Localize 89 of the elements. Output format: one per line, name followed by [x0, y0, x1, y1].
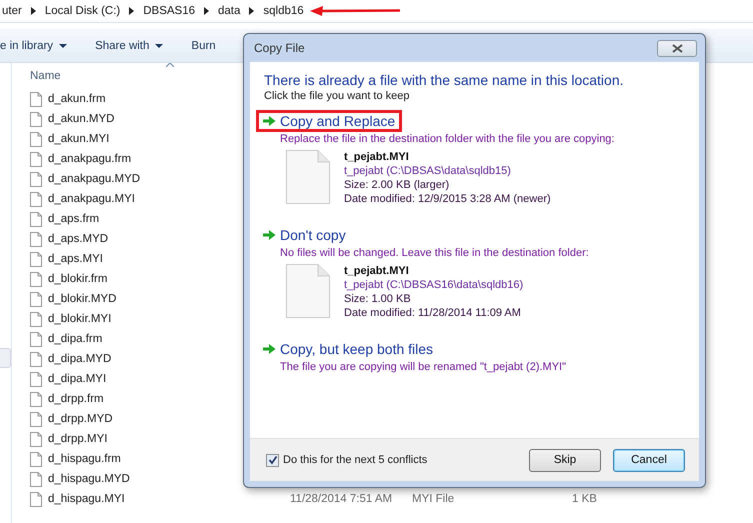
file-icon	[30, 312, 42, 326]
file-icon	[286, 264, 330, 318]
dialog-button[interactable]: Skip	[529, 448, 601, 472]
file-name: t_pejabt.MYI	[344, 264, 410, 278]
file-size: Size: 1.00 KB	[344, 292, 412, 306]
file-icon	[30, 492, 42, 506]
file-icon	[30, 92, 42, 106]
file-icon	[30, 212, 42, 226]
breadcrumb-item[interactable]: uter	[2, 5, 22, 17]
option-link[interactable]: Copy and Replace	[256, 110, 402, 132]
file-name[interactable]: d_hispagu.frm	[48, 453, 121, 465]
chevron-icon	[249, 7, 254, 15]
file-icon	[30, 192, 42, 206]
file-name[interactable]: d_aps.frm	[48, 213, 100, 225]
file-icon	[30, 332, 42, 346]
file-name[interactable]: d_akun.frm	[48, 93, 106, 105]
file-name[interactable]: d_drpp.MYI	[48, 433, 108, 445]
file-icon	[30, 132, 42, 146]
file-size: Size: 2.00 KB (larger)	[344, 178, 450, 192]
file-name[interactable]: d_aps.MYI	[48, 253, 103, 265]
file-path: t_pejabt (C:\DBSAS16\data\sqldb16)	[344, 278, 524, 292]
file-name[interactable]: d_akun.MYI	[48, 133, 110, 145]
file-name[interactable]: d_dipa.MYI	[48, 373, 106, 385]
file-icon	[30, 372, 42, 386]
file-name[interactable]: d_blokir.MYD	[48, 293, 116, 305]
option-description: Replace the file in the destination folder with the file you are copying:	[280, 133, 616, 145]
file-name[interactable]: d_drpp.MYD	[48, 413, 113, 425]
arrow-icon	[263, 343, 276, 355]
file-path: t_pejabt (C:\DBSAS\data\sqldb15)	[344, 164, 512, 178]
toolbar-button[interactable]: Burn	[191, 36, 228, 56]
file-size: 1 KB	[572, 493, 597, 505]
date-modified: Date modified: 12/9/2015 3:28 AM (newer)	[344, 192, 551, 206]
caret-icon	[59, 44, 68, 48]
breadcrumb-item[interactable]: DBSAS16	[143, 5, 196, 17]
option-link[interactable]: Don't copy	[256, 224, 353, 246]
file-name[interactable]: d_blokir.frm	[48, 273, 108, 285]
date-modified: Date modified: 11/28/2014 11:09 AM	[344, 306, 522, 320]
close-button[interactable]	[657, 40, 697, 56]
column-header[interactable]: Name	[30, 70, 61, 82]
file-icon	[30, 392, 42, 406]
file-name[interactable]: d_aps.MYD	[48, 233, 108, 245]
chevron-icon	[129, 7, 134, 15]
checkbox[interactable]	[266, 454, 279, 466]
arrow-icon	[263, 115, 276, 127]
option-link[interactable]: Copy, but keep both files	[256, 338, 440, 360]
dialog-button[interactable]: Cancel	[613, 448, 685, 472]
file-icon	[286, 150, 330, 204]
date-modified: 11/28/2014 7:51 AM	[290, 493, 392, 505]
file-icon	[30, 472, 42, 486]
window-title: Copy File	[254, 41, 305, 55]
breadcrumb-item[interactable]: Local Disk (C:)	[44, 5, 120, 17]
breadcrumb-item[interactable]: data	[218, 5, 240, 17]
file-name: t_pejabt.MYI	[344, 150, 410, 164]
close-icon	[672, 44, 682, 52]
file-name[interactable]: d_drpp.frm	[48, 393, 104, 405]
chevron-icon	[204, 7, 210, 15]
option-description: The file you are copying will be renamed "t_pejabt (2).MYI"	[280, 361, 568, 373]
file-name[interactable]: d_anakpagu.frm	[48, 153, 132, 165]
file-name[interactable]: d_anakpagu.MYD	[48, 173, 140, 185]
instruction-text: Click the file you want to keep	[264, 90, 411, 102]
sort-caret-icon	[166, 63, 174, 67]
file-icon	[30, 172, 42, 186]
file-name[interactable]: d_blokir.MYI	[48, 313, 112, 325]
toolbar-button[interactable]: Share with	[95, 36, 176, 56]
file-name[interactable]: d_dipa.MYD	[48, 353, 112, 365]
file-name[interactable]: d_dipa.frm	[48, 333, 102, 345]
file-type: MYI File	[412, 493, 454, 505]
file-icon	[30, 292, 42, 306]
file-icon	[30, 352, 42, 366]
dialog-heading: There is already a file with the same name in this location.	[264, 72, 625, 88]
file-icon	[30, 452, 42, 466]
arrow-icon	[263, 229, 276, 241]
file-icon	[30, 272, 42, 286]
file-icon	[30, 232, 42, 246]
checkbox-label[interactable]: Do this for the next 5 conflicts	[283, 454, 428, 466]
file-icon	[30, 412, 42, 426]
file-name[interactable]: d_akun.MYD	[48, 113, 114, 125]
file-icon	[30, 432, 42, 446]
file-icon	[30, 112, 42, 126]
file-name[interactable]: d_anakpagu.MYI	[48, 193, 135, 205]
chevron-icon	[30, 7, 36, 15]
toolbar-button[interactable]: e in library	[0, 36, 80, 56]
file-name[interactable]: d_hispagu.MYD	[48, 473, 130, 485]
file-name[interactable]: d_hispagu.MYI	[48, 493, 125, 505]
caret-icon	[155, 44, 164, 48]
file-icon	[30, 152, 42, 166]
option-description: No files will be changed. Leave this file in the destination folder:	[280, 247, 590, 259]
file-icon	[30, 252, 42, 266]
breadcrumb-item[interactable]: sqldb16	[263, 5, 304, 17]
